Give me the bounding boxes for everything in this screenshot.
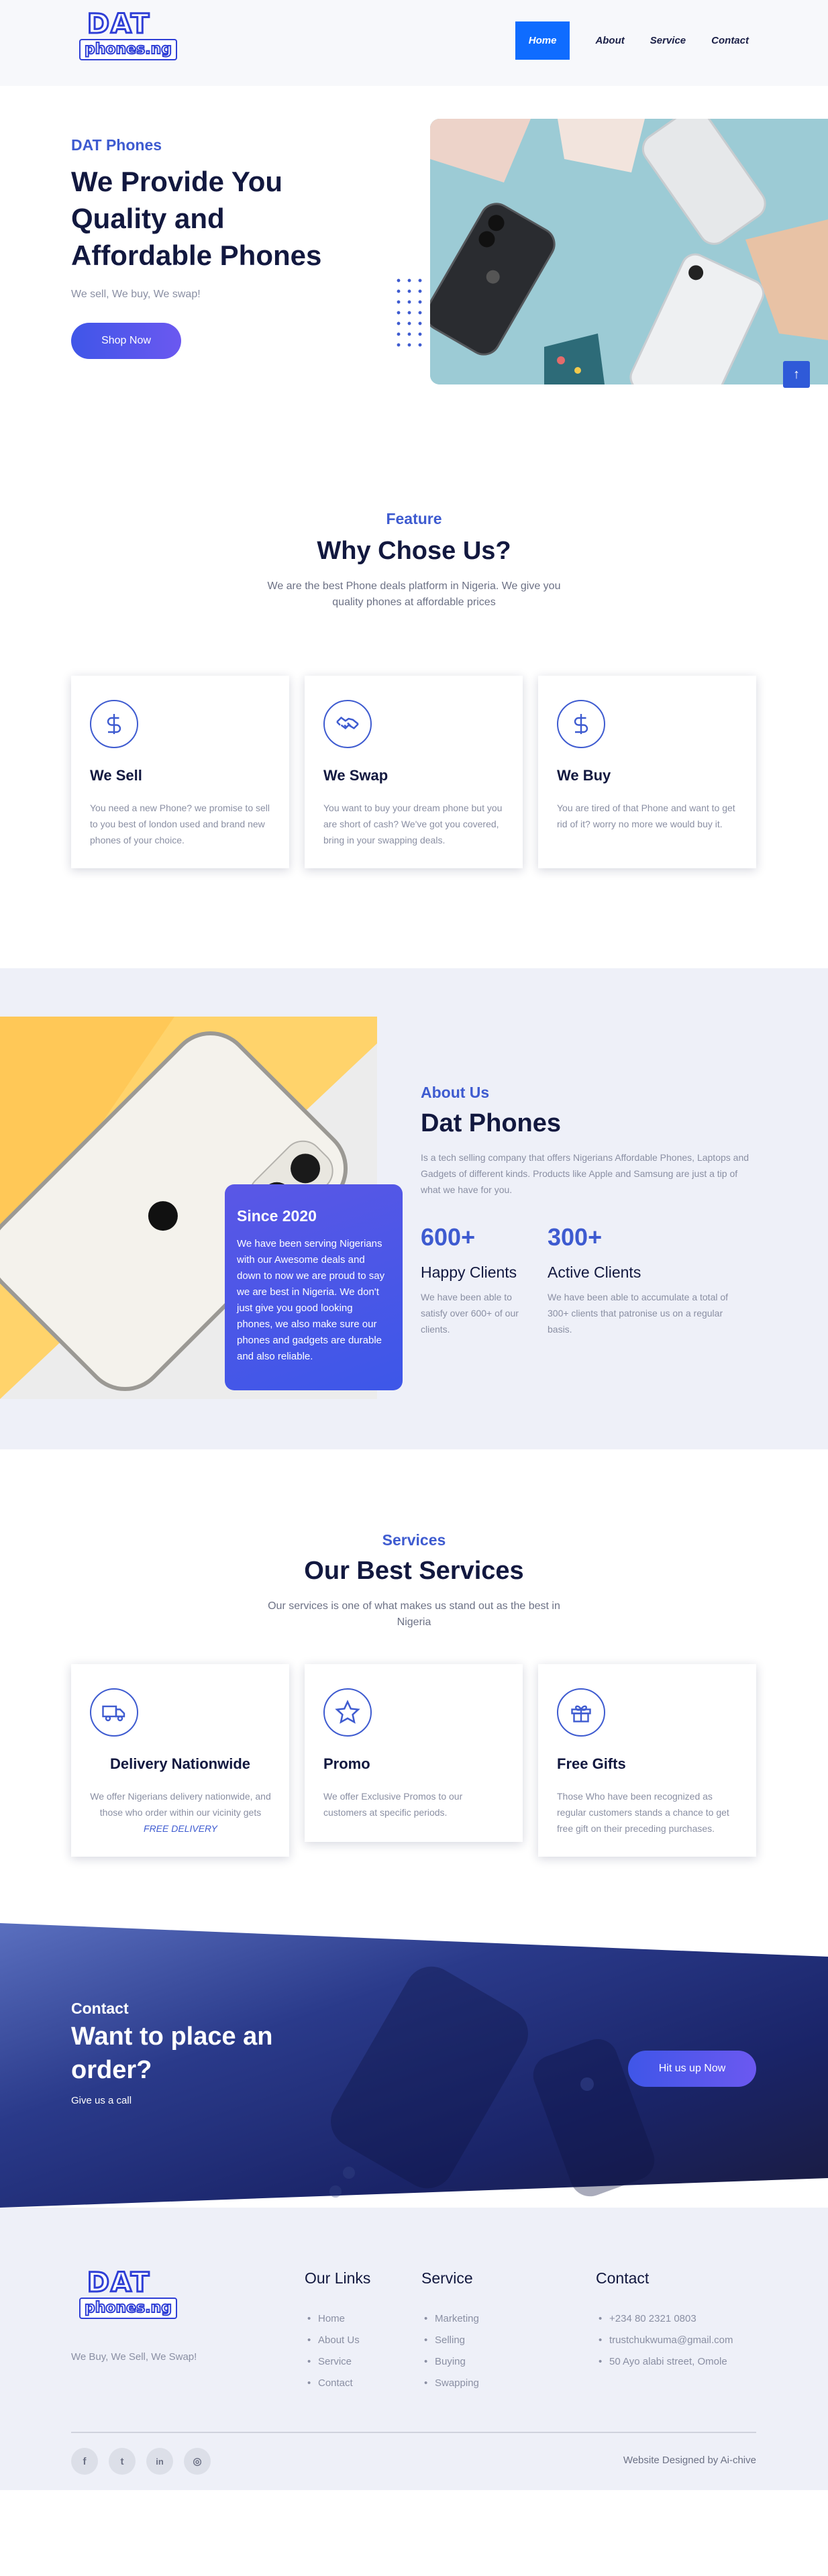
services-section: Services Our Best Services Our services …	[0, 1449, 828, 1923]
hero-kicker: DAT Phones	[71, 136, 162, 154]
service-card-delivery: Delivery Nationwide We offer Nigerians d…	[71, 1664, 289, 1857]
feature-card-sell: We Sell You need a new Phone? we promise…	[71, 676, 289, 868]
stat-active-clients-text: We have been able to accumulate a total …	[548, 1292, 729, 1335]
features-description: We are the best Phone deals platform in …	[267, 580, 561, 608]
footer-links-list: Home About Us Service Contact	[307, 2308, 360, 2394]
feature-card-title: We Buy	[557, 767, 611, 784]
services-title: Our Best Services	[304, 1557, 524, 1585]
footer-link-home[interactable]: Home	[307, 2308, 360, 2330]
truck-icon	[90, 1688, 138, 1737]
since-text: We have been serving Nigerians with our …	[237, 1238, 385, 1362]
handshake-icon	[323, 700, 372, 748]
footer-contact-list: +234 80 2321 0803 trustchukwuma@gmail.co…	[599, 2308, 733, 2373]
gift-icon	[557, 1688, 605, 1737]
instagram-icon[interactable]: ◎	[184, 2448, 211, 2475]
about-title: Dat Phones	[421, 1109, 562, 1137]
hero-phones-image	[430, 119, 828, 384]
since-2020-card: Since 2020 We have been serving Nigerian…	[225, 1184, 403, 1390]
about-description: Is a tech selling company that offers Ni…	[421, 1152, 749, 1195]
footer-service-list: Marketing Selling Buying Swapping	[424, 2308, 479, 2394]
feature-card-text: You need a new Phone? we promise to sell…	[90, 803, 270, 845]
feature-card-title: We Sell	[90, 767, 142, 784]
service-card-text: Those Who have been recognized as regula…	[557, 1791, 729, 1834]
hero-title: We Provide You Quality and Affordable Ph…	[71, 166, 322, 271]
twitter-icon[interactable]: t	[109, 2448, 136, 2475]
footer-service-marketing[interactable]: Marketing	[424, 2308, 479, 2330]
footer-logo[interactable]: DAT phones.ng	[79, 2267, 177, 2319]
service-card-gifts: Free Gifts Those Who have been recognize…	[538, 1664, 756, 1857]
footer-link-contact[interactable]: Contact	[307, 2373, 360, 2394]
feature-card-title: We Swap	[323, 767, 389, 784]
contact-banner: Contact Want to place an order? Give us …	[0, 1923, 828, 2208]
logo-dat-text: DAT	[86, 2267, 151, 2299]
footer-contact-title: Contact	[596, 2269, 650, 2287]
services-description: Our services is one of what makes us sta…	[268, 1600, 560, 1628]
footer-contact-address: 50 Ayo alabi street, Omole	[599, 2351, 733, 2373]
service-card-title: Delivery Nationwide	[109, 1755, 251, 1772]
feature-card-text: You are tired of that Phone and want to …	[557, 803, 735, 829]
feature-card-swap: We Swap You want to buy your dream phone…	[305, 676, 523, 868]
about-section: Since 2020 We have been serving Nigerian…	[0, 968, 828, 1449]
stat-happy-clients-label: Happy Clients	[421, 1264, 517, 1281]
stat-happy-clients-value: 600+	[421, 1223, 476, 1251]
footer-service-buying[interactable]: Buying	[424, 2351, 479, 2373]
services-kicker: Services	[382, 1531, 446, 1549]
facebook-icon[interactable]: f	[71, 2448, 98, 2475]
site-footer: DAT phones.ng We Buy, We Sell, We Swap! …	[0, 2208, 828, 2490]
footer-link-about[interactable]: About Us	[307, 2330, 360, 2351]
footer-credit: Website Designed by Ai-chive	[623, 2455, 756, 2466]
hero-section: DAT Phones We Provide You Quality and Af…	[0, 0, 828, 429]
stat-active-clients-value: 300+	[548, 1223, 603, 1251]
free-delivery-highlight: FREE DELIVERY	[144, 1823, 217, 1834]
footer-contact-email[interactable]: trustchukwuma@gmail.com	[599, 2330, 733, 2351]
footer-service-selling[interactable]: Selling	[424, 2330, 479, 2351]
shop-now-button[interactable]: Shop Now	[71, 323, 181, 359]
service-card-text-main: We offer Nigerians delivery nationwide, …	[90, 1791, 271, 1818]
since-title: Since 2020	[237, 1207, 317, 1225]
footer-link-service[interactable]: Service	[307, 2351, 360, 2373]
service-card-promo: Promo We offer Exclusive Promos to our c…	[305, 1664, 523, 1842]
footer-service-title: Service	[421, 2269, 473, 2287]
footer-links-title: Our Links	[305, 2269, 371, 2287]
footer-divider	[71, 2432, 756, 2433]
service-card-title: Promo	[323, 1755, 370, 1772]
service-card-title: Free Gifts	[557, 1755, 626, 1772]
service-card-text: We offer Exclusive Promos to our custome…	[323, 1791, 463, 1818]
footer-contact-phone[interactable]: +234 80 2321 0803	[599, 2308, 733, 2330]
hit-us-up-button[interactable]: Hit us up Now	[628, 2051, 756, 2087]
contact-subtitle: Give us a call	[71, 2095, 132, 2106]
about-kicker: About Us	[421, 1084, 490, 1101]
feature-card-text: You want to buy your dream phone but you…	[323, 803, 503, 845]
contact-kicker: Contact	[71, 2000, 129, 2017]
stat-active-clients-label: Active Clients	[548, 1264, 641, 1281]
star-icon	[323, 1688, 372, 1737]
stat-happy-clients-text: We have been able to satisfy over 600+ o…	[421, 1292, 519, 1335]
hero-subtitle: We sell, We buy, We swap!	[71, 289, 201, 300]
service-card-text: We offer Nigerians delivery nationwide, …	[90, 1788, 271, 1837]
feature-card-buy: We Buy You are tired of that Phone and w…	[538, 676, 756, 868]
arrow-up-icon: ↑	[793, 366, 800, 382]
logo-phones-text: phones.ng	[79, 2298, 177, 2319]
features-kicker: Feature	[386, 510, 442, 527]
footer-tagline: We Buy, We Sell, We Swap!	[71, 2351, 197, 2363]
features-section: Feature Why Chose Us? We are the best Ph…	[0, 429, 828, 968]
dollar-icon	[557, 700, 605, 748]
dollar-icon	[90, 700, 138, 748]
contact-title: Want to place an order?	[71, 2022, 273, 2084]
linkedin-icon[interactable]: in	[146, 2448, 173, 2475]
features-title: Why Chose Us?	[317, 537, 511, 565]
footer-service-swapping[interactable]: Swapping	[424, 2373, 479, 2394]
decorative-dots	[393, 275, 427, 348]
scroll-top-button[interactable]: ↑	[783, 361, 810, 388]
